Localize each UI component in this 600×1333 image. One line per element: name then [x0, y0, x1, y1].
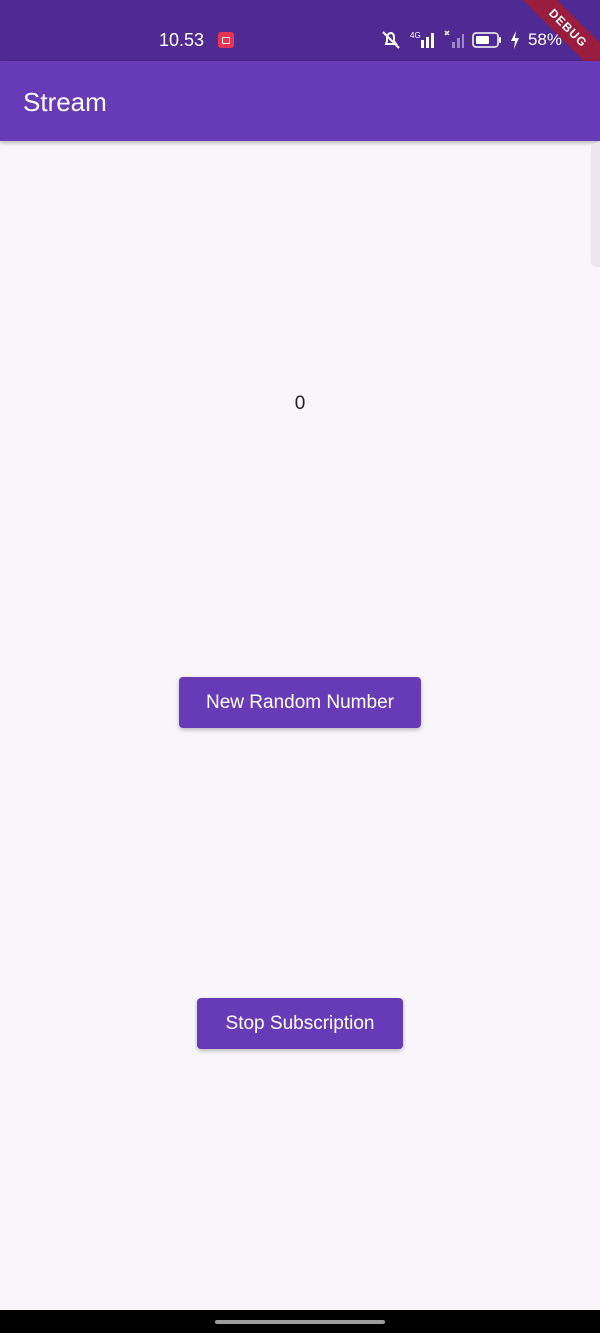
network-label: 4G: [410, 31, 421, 40]
home-indicator[interactable]: [215, 1320, 385, 1324]
status-bar: 10.53 4G 58% DEBUG: [0, 0, 600, 86]
battery-icon: [472, 31, 502, 49]
stop-subscription-button[interactable]: Stop Subscription: [197, 998, 403, 1049]
mute-icon: [380, 30, 402, 50]
navigation-bar: [0, 1310, 600, 1333]
random-number-value: 0: [294, 393, 306, 414]
scroll-indicator[interactable]: [591, 143, 600, 267]
signal-icon: [444, 30, 464, 50]
new-random-number-button[interactable]: New Random Number: [179, 677, 421, 728]
app-bar: Stream: [0, 61, 600, 141]
status-icons: 4G 58%: [380, 29, 562, 51]
charging-icon: [510, 31, 520, 49]
status-time: 10.53: [159, 30, 205, 50]
screen-record-icon: [218, 32, 234, 48]
signal-icon: 4G: [410, 30, 436, 50]
page-title: Stream: [23, 87, 107, 117]
